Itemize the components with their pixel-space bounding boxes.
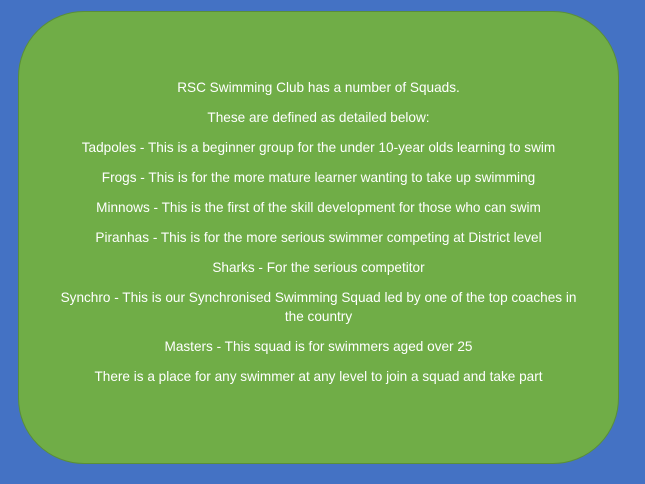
squads-text-block: RSC Swimming Club has a number of Squads… (19, 78, 618, 397)
squad-piranhas: Piranhas - This is for the more serious … (95, 230, 542, 245)
intro-line: RSC Swimming Club has a number of Squads… (177, 80, 460, 95)
definition-line: These are defined as detailed below: (207, 110, 430, 125)
squads-info-panel: RSC Swimming Club has a number of Squads… (18, 11, 619, 464)
squad-masters: Masters - This squad is for swimmers age… (164, 339, 473, 354)
slide-canvas: RSC Swimming Club has a number of Squads… (0, 0, 645, 484)
squad-synchro: Synchro - This is our Synchronised Swimm… (60, 290, 577, 324)
squad-tadpoles: Tadpoles - This is a beginner group for … (81, 140, 556, 155)
squad-sharks: Sharks - For the serious competitor (212, 260, 425, 275)
squad-frogs: Frogs - This is for the more mature lear… (101, 170, 536, 185)
squad-minnows: Minnows - This is the first of the skill… (96, 200, 541, 215)
closing-line: There is a place for any swimmer at any … (94, 369, 543, 384)
